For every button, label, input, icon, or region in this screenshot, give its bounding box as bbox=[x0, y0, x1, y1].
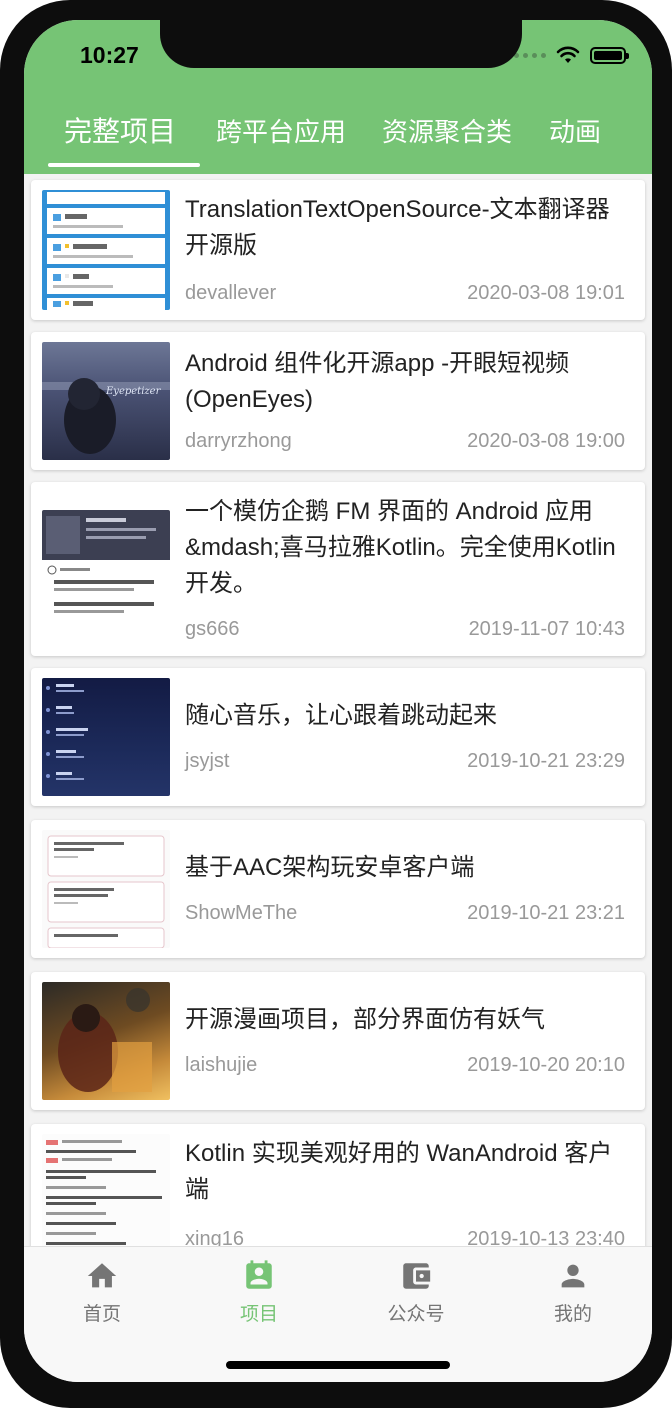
nav-official-accounts[interactable]: 公众号 bbox=[356, 1259, 476, 1326]
project-date: 2019-10-21 23:21 bbox=[467, 902, 625, 924]
thumbnail-caption: Eyepetizer bbox=[105, 386, 162, 397]
status-icons bbox=[514, 46, 629, 64]
project-title: 基于AAC架构玩安卓客户端 bbox=[185, 854, 475, 881]
status-time: 10:27 bbox=[80, 42, 139, 68]
video-app-screenshot: Eyepetizer bbox=[42, 378, 170, 454]
project-title: 随心音乐，让心跟着跳动起来 bbox=[185, 702, 497, 729]
category-tabs: 完整项目 跨平台应用 资源聚合类 动画 bbox=[24, 106, 652, 174]
project-author: ShowMeThe bbox=[185, 902, 298, 924]
wallet-icon bbox=[403, 1263, 431, 1289]
project-author: gs666 bbox=[185, 618, 240, 640]
project-card[interactable]: Eyepetizer Android 组件化开源app -开眼短视频(OpenE… bbox=[31, 332, 645, 470]
project-author: laishujie bbox=[185, 1054, 258, 1076]
fm-app-screenshot bbox=[42, 510, 170, 613]
app-screen: 10:27 完整项目 跨平台应用 资源聚合类 动画 TranslationTex… bbox=[24, 20, 652, 1382]
tab-indicator bbox=[48, 163, 200, 167]
home-indicator[interactable] bbox=[226, 1361, 450, 1369]
tab-complete-projects[interactable]: 完整项目 bbox=[64, 110, 176, 150]
tab-cross-platform[interactable]: 跨平台应用 bbox=[216, 112, 346, 149]
project-title: Kotlin 实现美观好用的 WanAndroid 客户端 bbox=[185, 1140, 613, 1203]
project-card[interactable]: Kotlin 实现美观好用的 WanAndroid 客户端 xing16 201… bbox=[31, 1124, 645, 1246]
phone-frame: 10:27 完整项目 跨平台应用 资源聚合类 动画 TranslationTex… bbox=[0, 0, 672, 1408]
project-date: 2019-10-21 23:29 bbox=[467, 750, 625, 772]
wanandroid-app-screenshot bbox=[47, 835, 165, 948]
project-date: 2019-11-07 10:43 bbox=[468, 618, 625, 640]
project-title: 开源漫画项目，部分界面仿有妖气 bbox=[185, 1006, 545, 1033]
project-card[interactable]: 开源漫画项目，部分界面仿有妖气 laishujie 2019-10-20 20:… bbox=[31, 972, 645, 1110]
project-date: 2020-03-08 19:01 bbox=[467, 282, 625, 304]
wifi-icon bbox=[556, 46, 580, 63]
project-date: 2019-10-20 20:10 bbox=[467, 1054, 625, 1076]
project-title: Android 组件化开源app -开眼短视频(OpenEyes) bbox=[185, 350, 570, 413]
project-card[interactable]: 基于AAC架构玩安卓客户端 ShowMeThe 2019-10-21 23:21 bbox=[31, 820, 645, 958]
project-thumbnail bbox=[42, 190, 170, 310]
project-date: 2020-03-08 19:00 bbox=[467, 430, 625, 452]
nav-official-accounts-label: 公众号 bbox=[387, 1304, 445, 1325]
project-thumbnail bbox=[42, 678, 170, 796]
project-title: TranslationTextOpenSource-文本翻译器开源版 bbox=[185, 196, 610, 259]
project-thumbnail bbox=[42, 830, 170, 948]
kotlin-wanandroid-screenshot bbox=[46, 1140, 162, 1245]
project-card[interactable]: TranslationTextOpenSource-文本翻译器开源版 deval… bbox=[31, 180, 645, 320]
home-icon bbox=[87, 1263, 117, 1288]
nav-mine[interactable]: 我的 bbox=[513, 1259, 633, 1326]
comic-app-screenshot bbox=[58, 988, 152, 1092]
bottom-navigation: 首页 项目 公众号 我的 bbox=[24, 1246, 652, 1382]
project-card[interactable]: 一个模仿企鹅 FM 界面的 Android 应用&mdash;喜马拉雅Kotli… bbox=[31, 482, 645, 656]
tab-animation[interactable]: 动画 bbox=[549, 112, 601, 149]
project-author: xing16 bbox=[185, 1228, 244, 1246]
nav-project[interactable]: 项目 bbox=[199, 1259, 319, 1326]
project-title: 一个模仿企鹅 FM 界面的 Android 应用&mdash;喜马拉雅Kotli… bbox=[185, 498, 616, 597]
project-thumbnail: Eyepetizer bbox=[42, 342, 170, 460]
project-date: 2019-10-13 23:40 bbox=[467, 1228, 625, 1246]
cellular-signal-icon bbox=[514, 52, 546, 58]
nav-home-label: 首页 bbox=[82, 1304, 121, 1325]
stray-glyph: , bbox=[4, 1372, 12, 1402]
project-list[interactable]: TranslationTextOpenSource-文本翻译器开源版 deval… bbox=[24, 174, 652, 1246]
nav-project-label: 项目 bbox=[239, 1304, 278, 1325]
person-icon bbox=[561, 1264, 585, 1288]
nav-mine-label: 我的 bbox=[553, 1304, 592, 1325]
translate-app-screenshot bbox=[47, 192, 165, 310]
project-thumbnail bbox=[42, 982, 170, 1100]
project-thumbnail bbox=[42, 1134, 170, 1246]
project-author: devallever bbox=[185, 282, 277, 304]
device-notch bbox=[160, 20, 522, 68]
project-author: darryrzhong bbox=[185, 430, 292, 452]
project-author: jsyjst bbox=[185, 750, 230, 772]
project-card[interactable]: 随心音乐，让心跟着跳动起来 jsyjst 2019-10-21 23:29 bbox=[31, 668, 645, 806]
tab-resource-aggregation[interactable]: 资源聚合类 bbox=[382, 112, 512, 149]
project-thumbnail bbox=[42, 510, 170, 628]
project-icon bbox=[246, 1260, 272, 1289]
nav-home[interactable]: 首页 bbox=[42, 1259, 162, 1326]
music-app-screenshot bbox=[46, 684, 88, 780]
battery-icon bbox=[590, 46, 629, 64]
